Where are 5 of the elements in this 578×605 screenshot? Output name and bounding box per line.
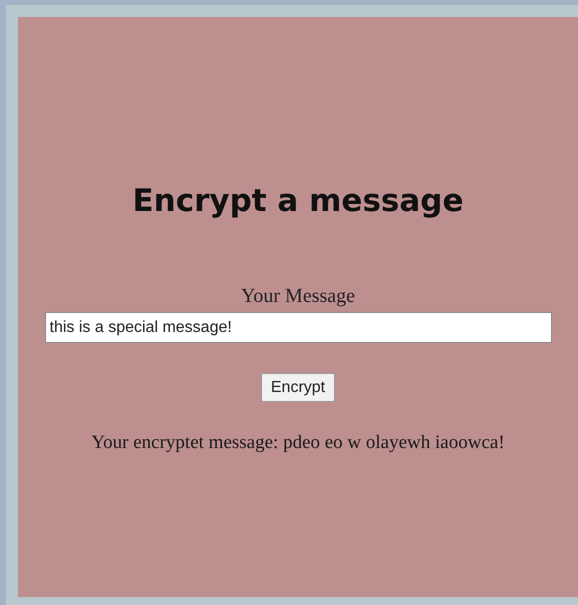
result-text: Your encryptet message: pdeo eo w olayewh iaoowca! <box>91 432 505 454</box>
field-label: Your Message <box>240 285 356 308</box>
page-heading: Encrypt a message <box>132 183 464 219</box>
message-field[interactable]: this is a special message! <box>44 312 552 343</box>
encrypt-button[interactable]: Encrypt <box>260 373 336 402</box>
